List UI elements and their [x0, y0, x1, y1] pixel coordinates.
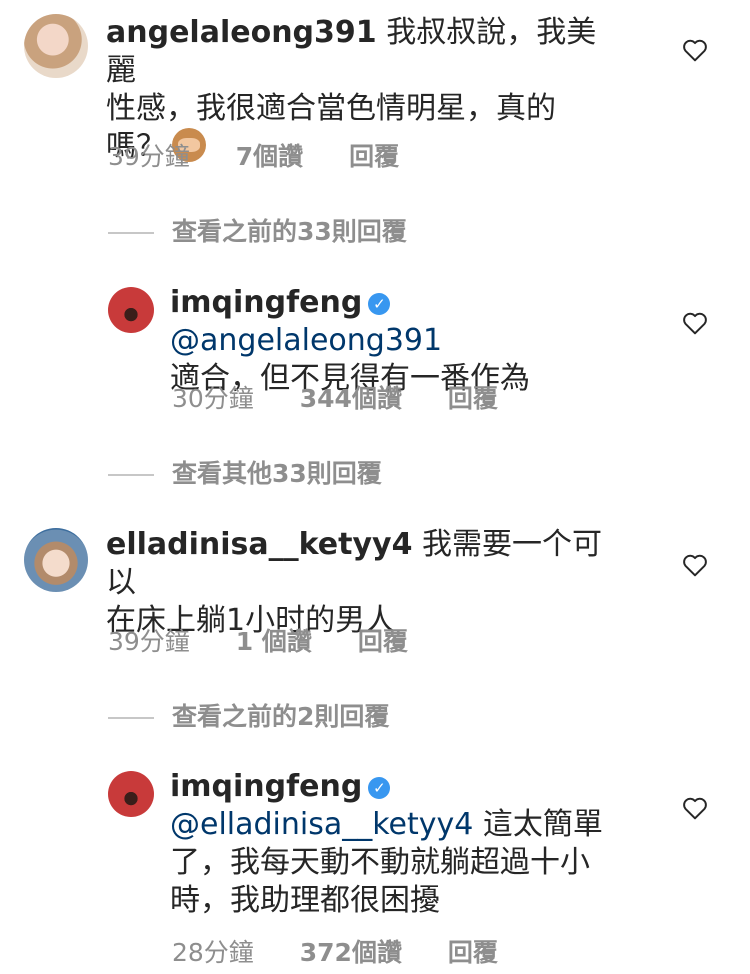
avatar[interactable]: [108, 287, 154, 333]
comment-time: 30分鐘: [172, 384, 254, 413]
like-heart-icon[interactable]: [682, 553, 708, 577]
divider-line: [108, 232, 154, 234]
like-heart-icon[interactable]: [682, 796, 708, 820]
comment-text: 這太簡單: [482, 807, 603, 842]
avatar[interactable]: [24, 14, 88, 78]
mention-link[interactable]: @elladinisa__ketyy4: [170, 807, 473, 842]
comment-username[interactable]: angelaleong391: [106, 15, 377, 50]
view-replies-button[interactable]: 查看之前的33則回覆: [108, 212, 407, 248]
comment-text: 了，我每天動不動就躺超過十小: [170, 845, 590, 880]
comment-meta: 39分鐘 7個讚 回覆: [108, 137, 437, 173]
comment-time: 39分鐘: [108, 627, 190, 656]
verified-badge-icon: ✓: [368, 777, 391, 799]
comment-meta: 30分鐘 344個讚 回覆: [172, 379, 536, 415]
avatar[interactable]: [24, 528, 88, 592]
verified-badge-icon: ✓: [368, 293, 391, 315]
reply-button[interactable]: 回覆: [358, 627, 408, 656]
comment-likes[interactable]: 7個讚: [236, 142, 303, 171]
reply-button[interactable]: 回覆: [349, 142, 399, 171]
like-heart-icon[interactable]: [682, 311, 708, 335]
comment-likes[interactable]: 372個讚: [300, 938, 402, 967]
comment-username[interactable]: imqingfeng: [170, 285, 362, 320]
comment-time: 39分鐘: [108, 142, 190, 171]
reply-body: imqingfeng ✓ @elladinisa__ketyy4 這太簡單 了，我…: [170, 768, 650, 920]
comment-username[interactable]: imqingfeng: [170, 769, 362, 804]
comment-meta: 28分鐘 372個讚 回覆: [172, 933, 536, 969]
view-replies-button[interactable]: 查看之前的2則回覆: [108, 697, 389, 733]
comment-text: 時，我助理都很困擾: [170, 883, 440, 918]
comment-username[interactable]: elladinisa__ketyy4: [106, 527, 412, 562]
comment-time: 28分鐘: [172, 938, 254, 967]
comment-meta: 39分鐘 1 個讚 回覆: [108, 622, 446, 658]
view-replies-button[interactable]: 查看其他33則回覆: [108, 454, 382, 490]
comment-likes[interactable]: 344個讚: [300, 384, 402, 413]
like-heart-icon[interactable]: [682, 38, 708, 62]
comment-likes[interactable]: 1 個讚: [236, 627, 312, 656]
divider-line: [108, 474, 154, 476]
mention-link[interactable]: @angelaleong391: [170, 323, 442, 358]
comment-text: 性感，我很適合當色情明星，真的: [106, 91, 556, 126]
avatar[interactable]: [108, 771, 154, 817]
divider-line: [108, 717, 154, 719]
reply-button[interactable]: 回覆: [448, 384, 498, 413]
reply-button[interactable]: 回覆: [448, 938, 498, 967]
